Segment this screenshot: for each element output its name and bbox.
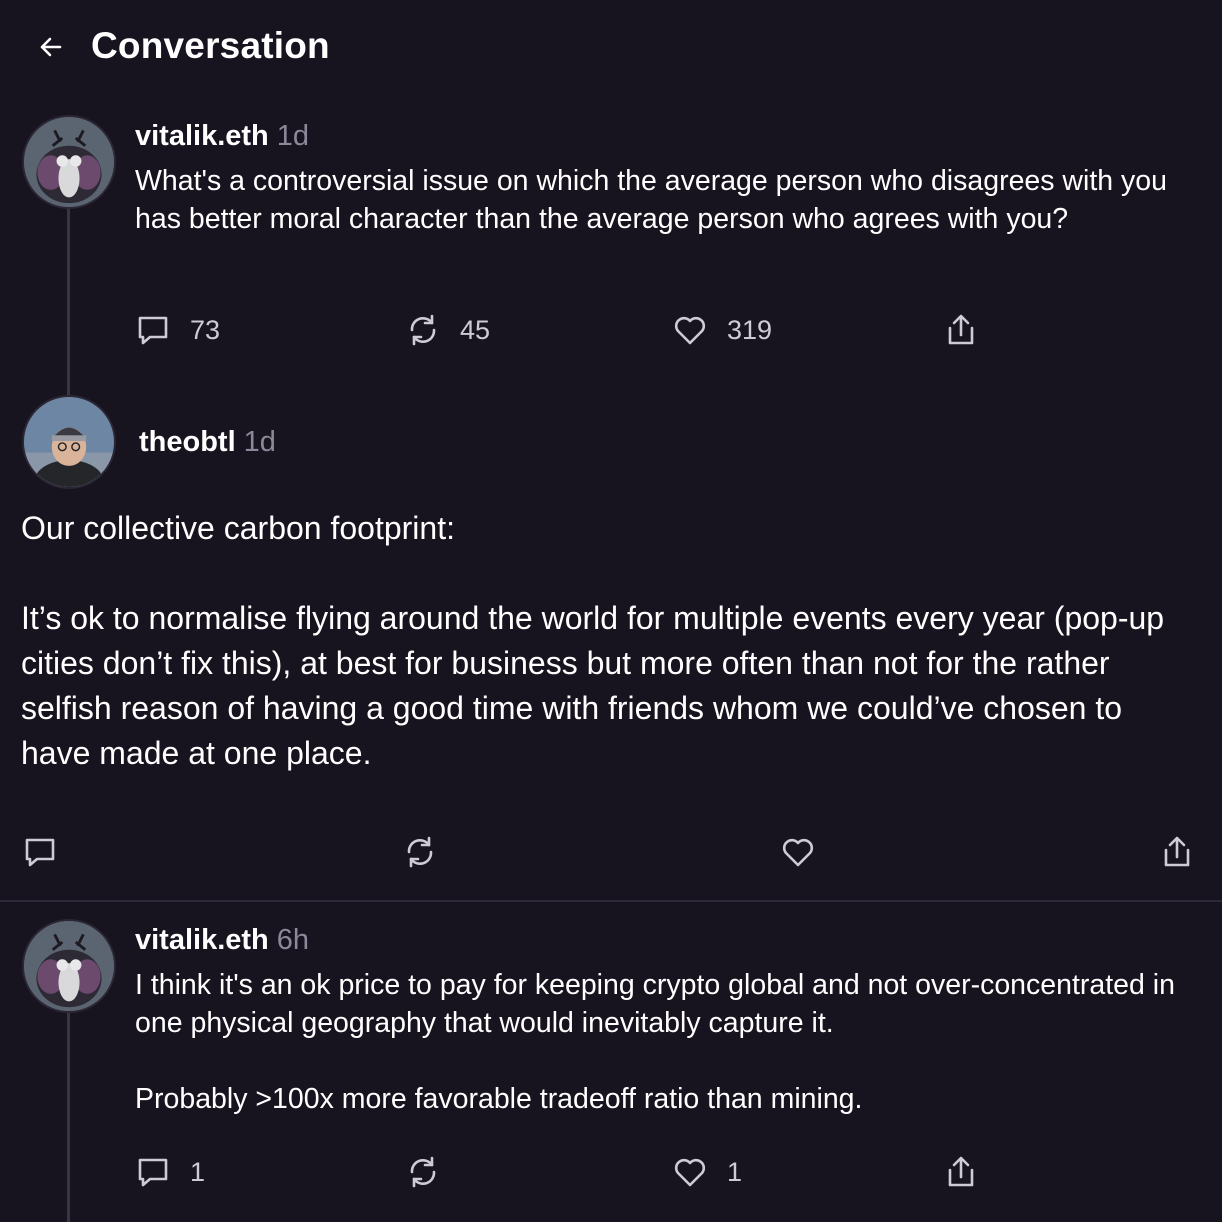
comment-button[interactable] [21,833,59,871]
share-icon [1164,836,1190,867]
recast-icon [410,1156,436,1188]
divider [0,900,1222,902]
like-count: 319 [727,315,773,345]
recast-icon [410,314,436,346]
comment-button[interactable]: 1 [134,1153,205,1191]
post-author-line: theobtl 1d [139,422,276,462]
like-button[interactable] [779,833,817,871]
recast-button[interactable] [404,1153,442,1191]
recast-button[interactable] [401,833,439,871]
recast-count: 45 [460,315,491,345]
post-text: I think it's an ok price to pay for keep… [135,969,1175,1115]
comment-icon [138,1158,168,1187]
like-button[interactable]: 1 [671,1153,742,1191]
back-button[interactable] [34,30,68,64]
avatar[interactable] [22,919,116,1013]
heart-icon [674,316,706,345]
arrow-left-icon [40,37,62,57]
author-name[interactable]: vitalik.eth [135,120,269,152]
thread-line [67,1012,70,1222]
avatar[interactable] [22,395,116,489]
avatar[interactable] [22,115,116,209]
thread-line [67,208,70,398]
post-author-line: vitalik.eth 1d [135,116,309,156]
like-count: 1 [727,1157,743,1187]
post-time: 6h [276,924,310,956]
post-author-line: vitalik.eth 6h [135,920,309,960]
share-button[interactable] [1158,833,1196,871]
share-icon [948,1156,974,1187]
recast-button[interactable]: 45 [404,311,490,349]
recast-icon [407,836,433,868]
comment-button[interactable]: 73 [134,311,220,349]
author-name[interactable]: vitalik.eth [135,924,269,956]
share-button[interactable] [942,311,980,349]
comment-icon [25,838,55,867]
comment-count: 1 [190,1157,206,1187]
author-name[interactable]: theobtl [139,426,236,458]
comment-count: 73 [190,315,221,345]
heart-icon [674,1158,706,1187]
share-icon [948,314,974,345]
post-text: Our collective carbon footprint: It’s ok… [21,510,1165,771]
share-button[interactable] [942,1153,980,1191]
page-title: Conversation [91,25,330,66]
comment-icon [138,316,168,345]
post-time: 1d [243,426,276,458]
post-time: 1d [276,120,310,152]
post-text: What's a controversial issue on which th… [135,165,1175,235]
heart-icon [782,838,814,867]
like-button[interactable]: 319 [671,311,772,349]
